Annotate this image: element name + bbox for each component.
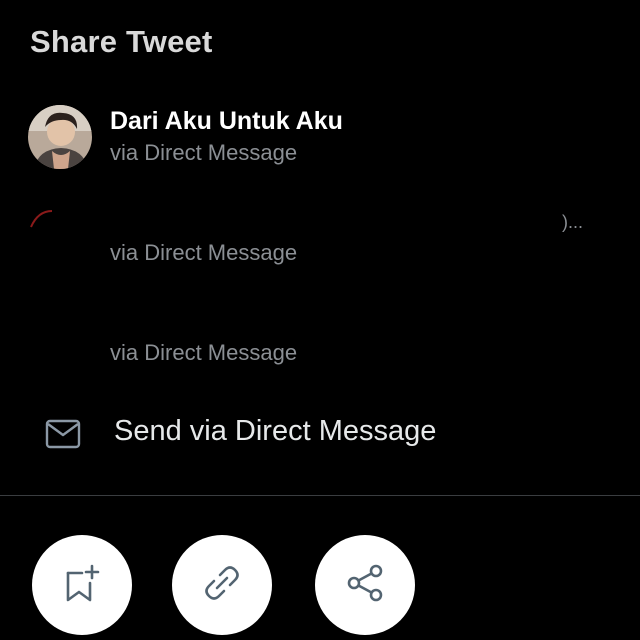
recipient-channel: via Direct Message xyxy=(110,140,298,165)
recipient-row[interactable]: )... via Direct Message xyxy=(0,200,640,284)
user-avatar-icon xyxy=(28,105,92,169)
send-direct-message-label: Send via Direct Message xyxy=(114,415,437,447)
send-direct-message-button[interactable]: Send via Direct Message xyxy=(0,400,640,470)
share-button[interactable] xyxy=(315,535,415,635)
copy-link-button[interactable] xyxy=(172,535,272,635)
bookmark-button[interactable] xyxy=(32,535,132,635)
envelope-icon xyxy=(44,416,82,452)
sheet-title: Share Tweet xyxy=(30,24,213,59)
recipient-channel: via Direct Message xyxy=(110,340,298,365)
recipient-name: Dari Aku Untuk Aku xyxy=(110,107,343,135)
recipient-channel: via Direct Message xyxy=(110,240,298,265)
user-avatar-icon xyxy=(28,205,92,269)
bookmark-plus-icon xyxy=(66,564,100,602)
divider xyxy=(0,495,640,496)
recipient-row[interactable]: Dari Aku Untuk Aku via Direct Message xyxy=(0,100,640,184)
recipient-row[interactable]: via Direct Message xyxy=(0,300,640,384)
link-icon xyxy=(205,566,239,600)
share-icon xyxy=(347,564,383,602)
recipient-name-truncated: )... xyxy=(562,212,583,232)
